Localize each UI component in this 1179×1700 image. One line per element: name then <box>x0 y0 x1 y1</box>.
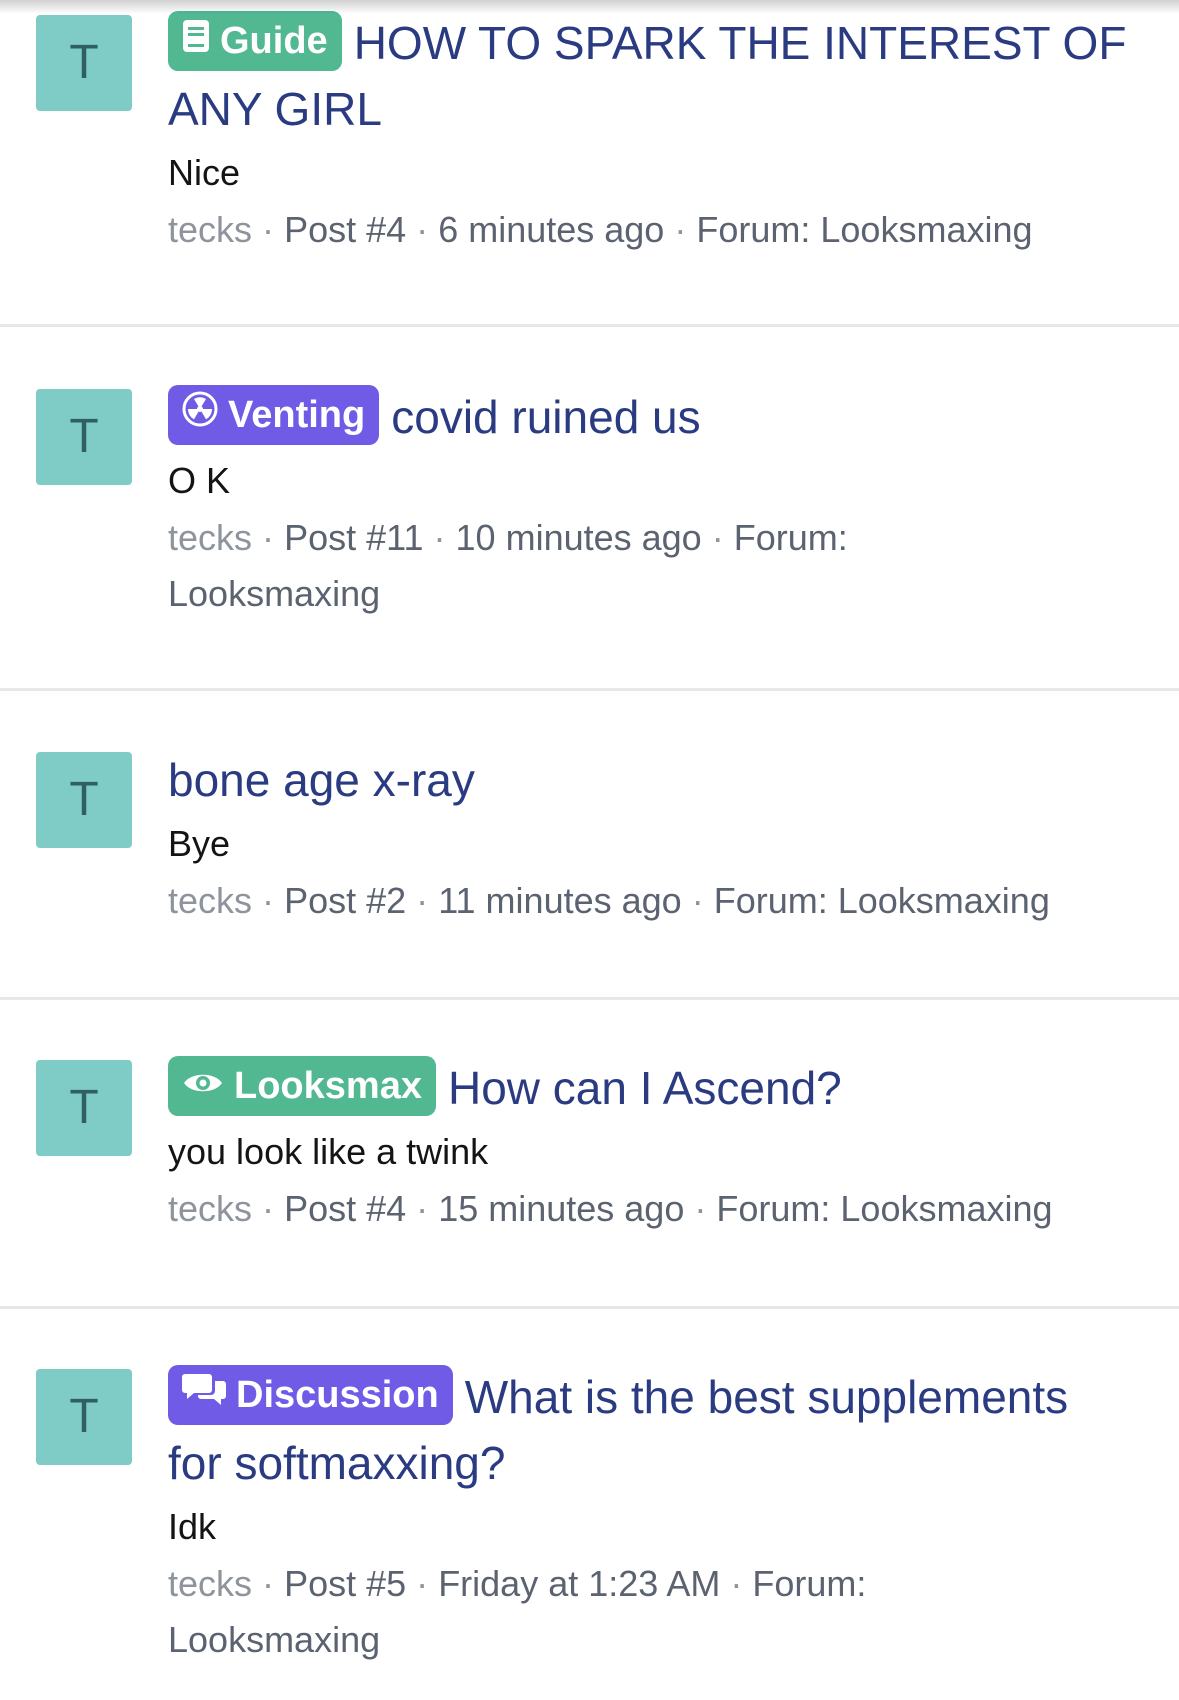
username-link[interactable]: tecks <box>168 517 252 558</box>
label-text: Guide <box>220 20 328 62</box>
thread-title-link[interactable]: covid ruined us <box>391 391 700 443</box>
thread-title-link[interactable]: How can I Ascend? <box>448 1062 842 1114</box>
separator: · <box>262 209 275 250</box>
label-text: Venting <box>228 394 366 436</box>
label-looksmax[interactable]: Looksmax <box>168 1056 436 1116</box>
top-shadow <box>0 0 1179 14</box>
post-number[interactable]: Post #2 <box>284 880 406 921</box>
result-snippet: O K <box>168 460 231 501</box>
thread-title-link[interactable]: bone age x-ray <box>168 754 475 806</box>
separator: · <box>674 209 687 250</box>
post-number[interactable]: Post #4 <box>284 1188 406 1229</box>
forum-link[interactable]: Forum: Looksmaxing <box>716 1188 1052 1229</box>
label-venting[interactable]: Venting <box>168 382 380 448</box>
result-snippet: Nice <box>168 152 241 193</box>
username-link[interactable]: tecks <box>168 209 252 250</box>
avatar[interactable]: T <box>36 1060 132 1156</box>
separator: · <box>262 1188 275 1229</box>
eye-icon <box>182 1053 224 1119</box>
avatar[interactable]: T <box>36 1369 132 1465</box>
search-result: T Discussion What is the best supplement… <box>0 1309 1179 1700</box>
result-title-line: bone age x-ray <box>168 747 1128 813</box>
result-title-line: Looksmax How can I Ascend? <box>168 1055 1128 1121</box>
result-meta: tecks · Post #2 · 11 minutes ago · Forum… <box>168 873 1128 929</box>
avatar[interactable]: T <box>36 15 132 111</box>
post-time: 10 minutes ago <box>455 517 702 558</box>
separator: · <box>691 880 704 921</box>
book-icon <box>182 8 210 74</box>
avatar[interactable]: T <box>36 389 132 485</box>
post-number[interactable]: Post #5 <box>284 1563 406 1604</box>
forum-link[interactable]: Forum: Looksmaxing <box>696 209 1032 250</box>
result-meta: tecks · Post #11 · 10 minutes ago · Foru… <box>168 510 928 622</box>
separator: · <box>262 517 275 558</box>
search-result: T bone age x-ray Bye tecks · Post #2 · 1… <box>0 691 1179 1000</box>
result-snippet: you look like a twink <box>168 1131 489 1172</box>
separator: · <box>730 1563 743 1604</box>
post-time: Friday at 1:23 AM <box>438 1563 721 1604</box>
search-result: T Looksmax How can I Ascend? you look li… <box>0 1000 1179 1309</box>
chat-bubbles-icon <box>182 1362 226 1428</box>
separator: · <box>416 1563 429 1604</box>
username-link[interactable]: tecks <box>168 1563 252 1604</box>
result-snippet: Bye <box>168 823 231 864</box>
post-time: 15 minutes ago <box>438 1188 685 1229</box>
result-title-line: Guide HOW TO SPARK THE INTEREST OF ANY G… <box>168 10 1128 142</box>
separator: · <box>433 517 446 558</box>
result-meta: tecks · Post #4 · 15 minutes ago · Forum… <box>168 1181 1128 1237</box>
separator: · <box>416 880 429 921</box>
label-text: Looksmax <box>234 1065 422 1107</box>
post-number[interactable]: Post #11 <box>284 517 423 558</box>
label-text: Discussion <box>236 1374 439 1416</box>
separator: · <box>262 1563 275 1604</box>
separator: · <box>694 1188 707 1229</box>
result-meta: tecks · Post #5 · Friday at 1:23 AM · Fo… <box>168 1556 928 1668</box>
result-meta: tecks · Post #4 · 6 minutes ago · Forum:… <box>168 202 1128 258</box>
radiation-icon <box>182 382 218 448</box>
separator: · <box>262 880 275 921</box>
search-result: T Guide HOW TO SPARK THE INTEREST OF ANY… <box>0 0 1179 327</box>
result-title-line: Discussion What is the best supplements … <box>168 1364 1128 1496</box>
username-link[interactable]: tecks <box>168 880 252 921</box>
result-title-line: Venting covid ruined us <box>168 384 1128 450</box>
separator: · <box>416 209 429 250</box>
result-snippet: Idk <box>168 1506 217 1547</box>
username-link[interactable]: tecks <box>168 1188 252 1229</box>
avatar[interactable]: T <box>36 752 132 848</box>
separator: · <box>416 1188 429 1229</box>
post-number[interactable]: Post #4 <box>284 209 406 250</box>
post-time: 11 minutes ago <box>438 880 682 921</box>
forum-link[interactable]: Forum: Looksmaxing <box>714 880 1050 921</box>
search-result: T Venting covid ruined us O K tecks · Po… <box>0 327 1179 691</box>
post-time: 6 minutes ago <box>438 209 665 250</box>
label-guide[interactable]: Guide <box>168 11 342 71</box>
label-discussion[interactable]: Discussion <box>168 1365 453 1425</box>
separator: · <box>711 517 724 558</box>
